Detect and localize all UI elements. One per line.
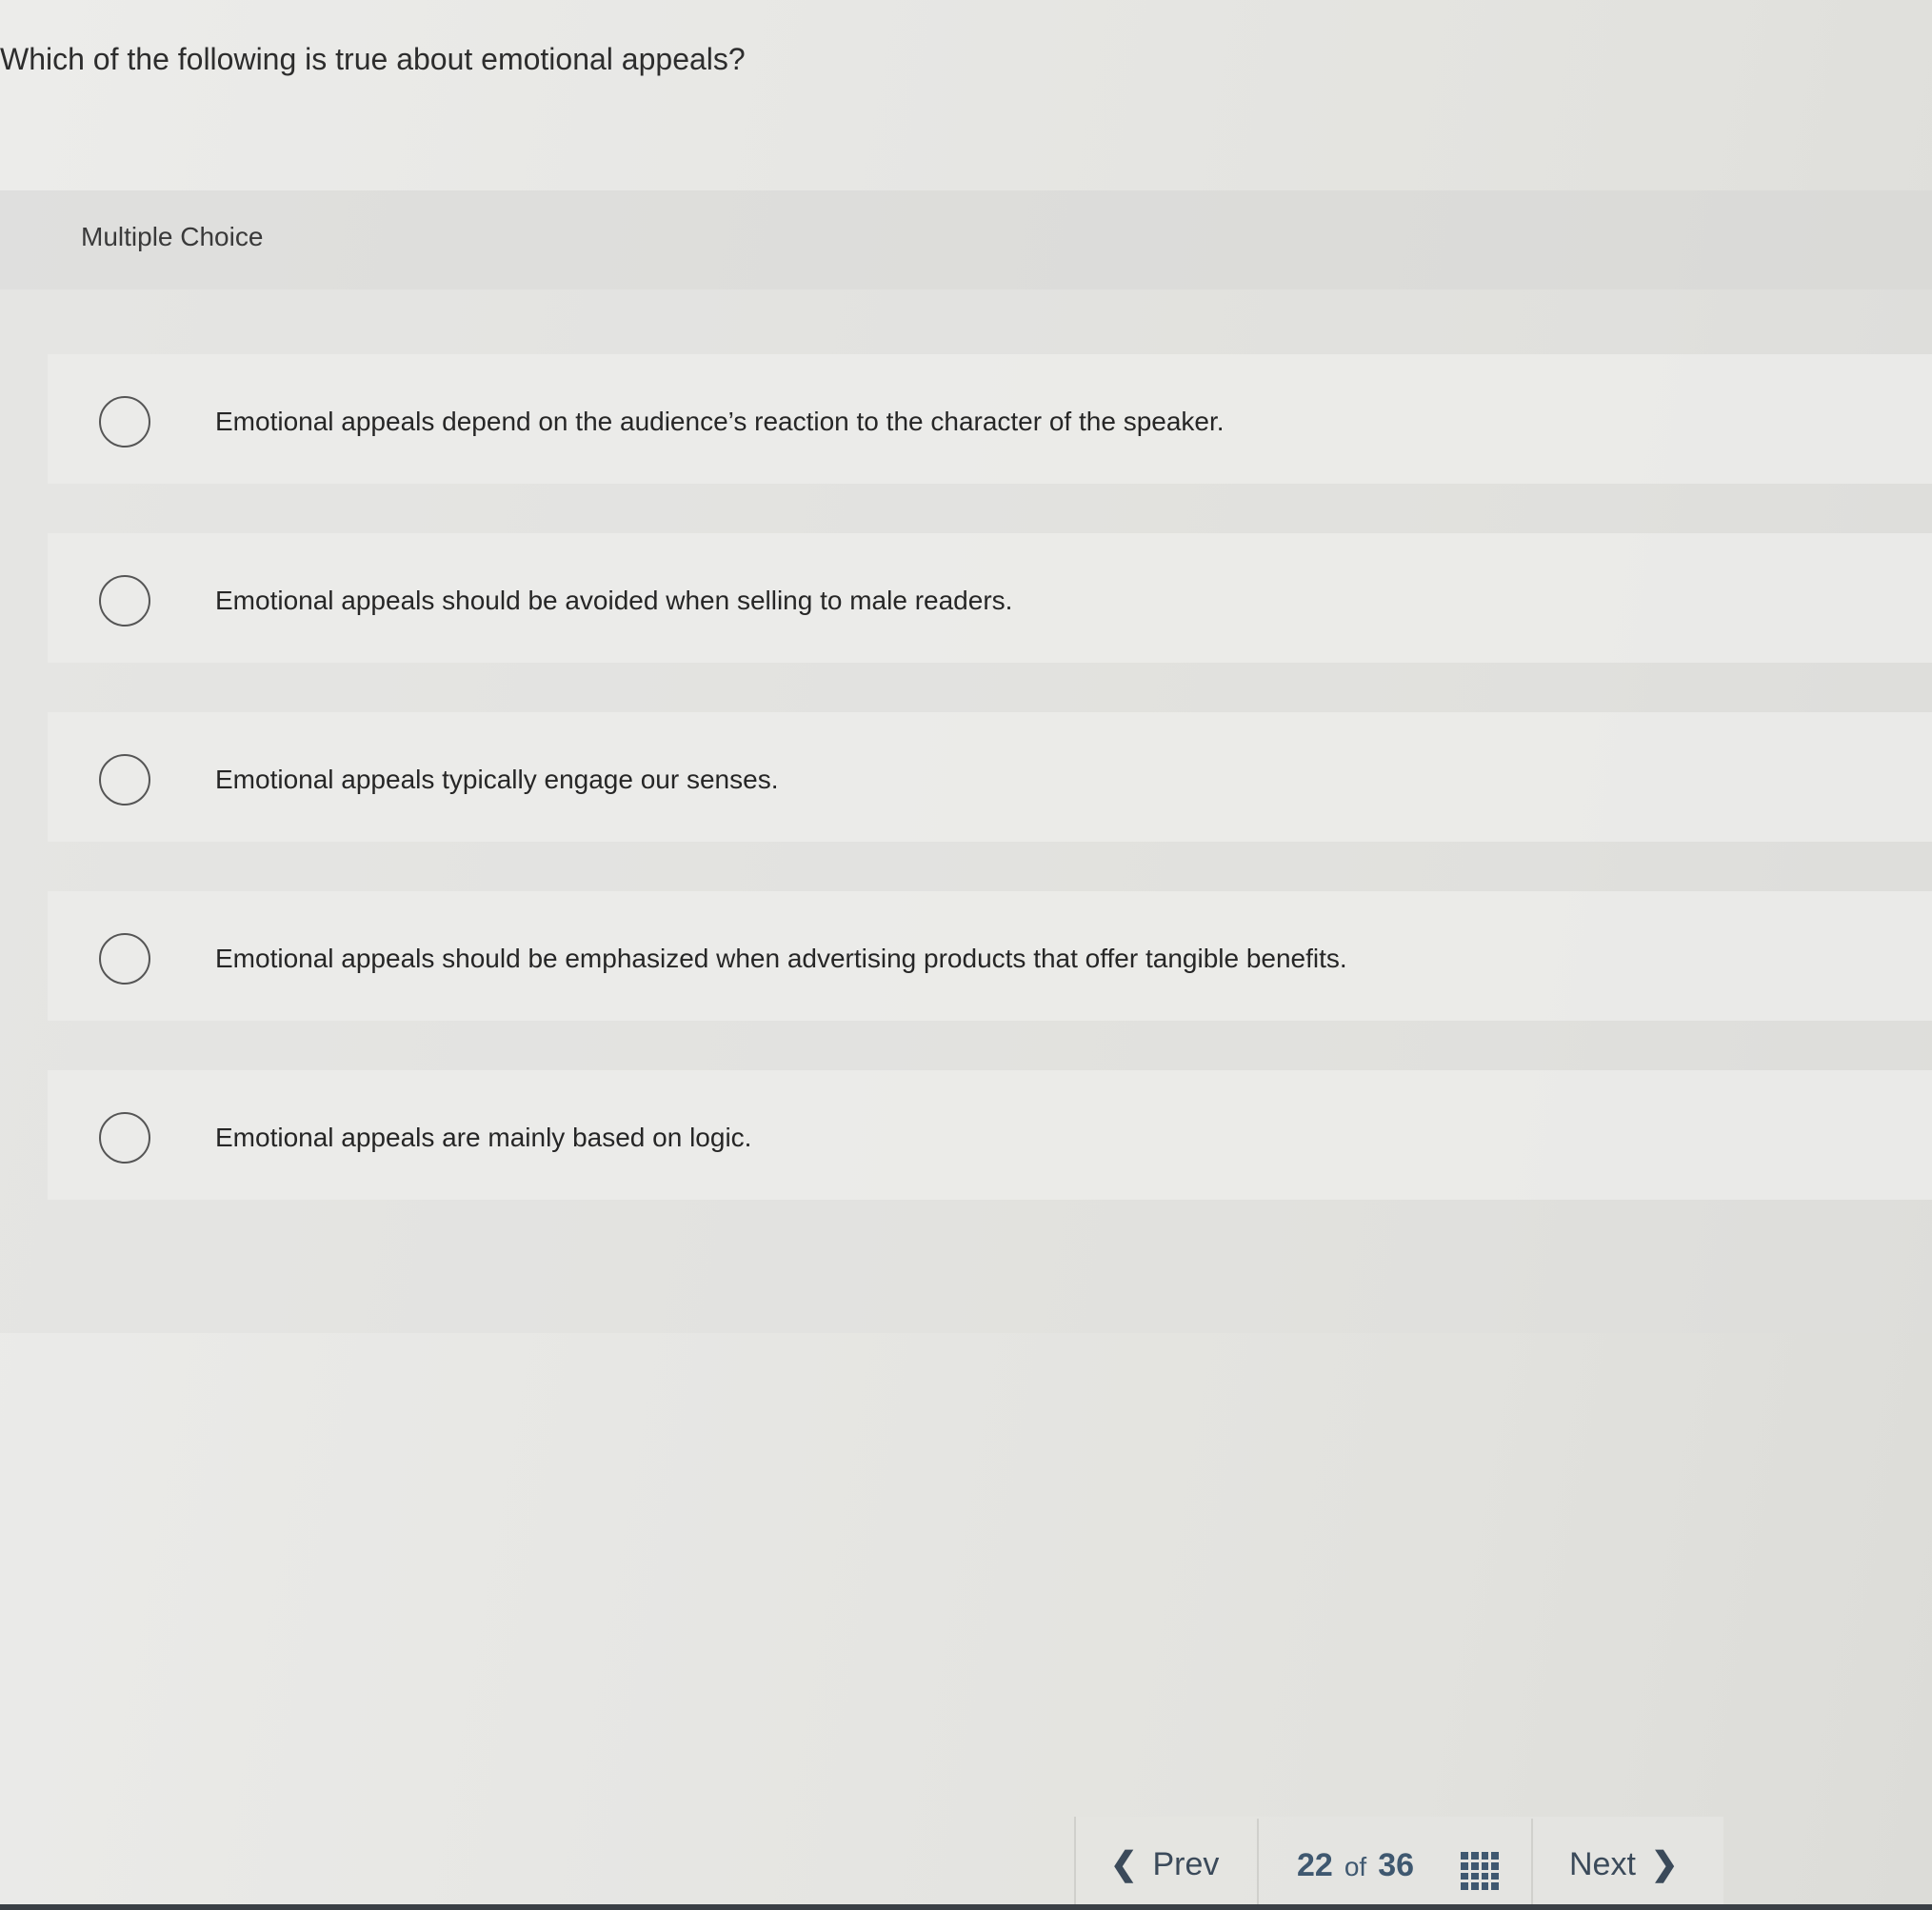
radio-button[interactable]	[99, 754, 150, 806]
screen-bottom-edge	[0, 1904, 1932, 1910]
nav-divider	[1531, 1819, 1533, 1910]
radio-button[interactable]	[99, 933, 150, 985]
next-button[interactable]: Next ❯	[1569, 1845, 1678, 1883]
answer-option-text: Emotional appeals are mainly based on lo…	[215, 1123, 752, 1152]
answer-option-3[interactable]: Emotional appeals typically engage our s…	[48, 712, 1932, 842]
question-grid-icon[interactable]	[1461, 1852, 1499, 1890]
radio-button[interactable]	[99, 1112, 150, 1164]
total-pages-number: 36	[1378, 1847, 1415, 1883]
question-type-header	[0, 190, 1932, 289]
nav-divider	[1257, 1819, 1259, 1910]
question-type-label: Multiple Choice	[81, 222, 264, 251]
current-page-number: 22	[1297, 1847, 1333, 1883]
page-counter: 22 of 36	[1297, 1847, 1414, 1884]
answer-option-text: Emotional appeals depend on the audience…	[215, 407, 1225, 436]
answer-option-text: Emotional appeals should be avoided when…	[215, 586, 1013, 615]
answer-option-text: Emotional appeals typically engage our s…	[215, 765, 779, 794]
page-of-label: of	[1344, 1852, 1367, 1881]
prev-button[interactable]: ❮ Prev	[1110, 1845, 1219, 1883]
radio-button[interactable]	[99, 396, 150, 448]
question-prompt: Which of the following is true about emo…	[0, 42, 746, 76]
answer-option-2[interactable]: Emotional appeals should be avoided when…	[48, 533, 1932, 663]
next-label: Next	[1569, 1845, 1636, 1882]
chevron-right-icon: ❯	[1650, 1846, 1679, 1882]
chevron-left-icon: ❮	[1110, 1846, 1138, 1882]
answer-option-1[interactable]: Emotional appeals depend on the audience…	[48, 354, 1932, 484]
answer-option-text: Emotional appeals should be emphasized w…	[215, 944, 1347, 973]
radio-button[interactable]	[99, 575, 150, 627]
answer-option-5[interactable]: Emotional appeals are mainly based on lo…	[48, 1070, 1932, 1200]
prev-label: Prev	[1152, 1845, 1220, 1882]
answer-option-4[interactable]: Emotional appeals should be emphasized w…	[48, 891, 1932, 1021]
